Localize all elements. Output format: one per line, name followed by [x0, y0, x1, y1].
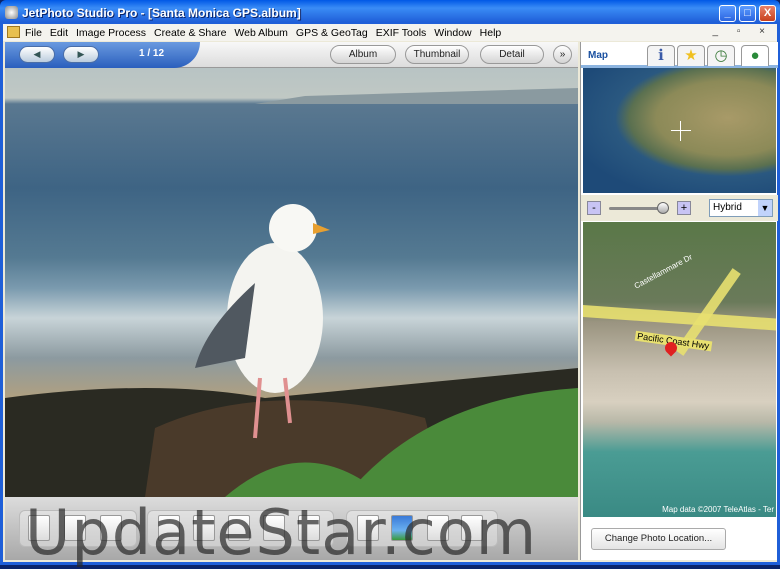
menu-window[interactable]: Window — [434, 27, 471, 39]
more-button[interactable]: » — [553, 45, 572, 64]
seagull-photo — [5, 88, 578, 497]
menu-bar: File Edit Image Process Create & Share W… — [3, 24, 777, 41]
output-tool-group — [346, 510, 498, 547]
bottom-toolbar — [5, 497, 578, 560]
menu-edit[interactable]: Edit — [50, 27, 68, 39]
map-type-select[interactable]: Hybrid ▼ — [709, 199, 773, 217]
map-tab-label: Map — [588, 50, 608, 61]
street-map[interactable]: Castellammare Dr Pacific Coast Hwy Map d… — [583, 222, 776, 517]
redeye-icon[interactable] — [193, 515, 215, 541]
app-window: JetPhoto Studio Pro - [Santa Monica GPS.… — [0, 0, 780, 569]
client-area: File Edit Image Process Create & Share W… — [3, 24, 778, 569]
overview-map[interactable] — [583, 68, 776, 193]
globe-icon[interactable]: ● — [741, 45, 769, 66]
info-icon[interactable]: ℹ — [647, 45, 675, 66]
phone-icon[interactable] — [461, 515, 483, 541]
change-photo-location-button[interactable]: Change Photo Location... — [591, 528, 726, 550]
crosshair-icon — [671, 130, 691, 131]
grayscale-icon[interactable] — [263, 515, 285, 541]
mdi-controls[interactable]: _ ▫ × — [712, 26, 773, 37]
album-view-button[interactable]: Album — [330, 45, 396, 64]
sepia-icon[interactable] — [298, 515, 320, 541]
wallpaper-icon[interactable] — [391, 515, 413, 541]
map-credit: Map data ©2007 TeleAtlas - Ter — [662, 505, 774, 514]
window-title: JetPhoto Studio Pro - [Santa Monica GPS.… — [22, 6, 301, 20]
map-controls: - + Hybrid ▼ — [581, 195, 778, 221]
menu-help[interactable]: Help — [480, 27, 502, 39]
street-label: Castellammare Dr — [632, 252, 694, 291]
previous-button[interactable]: ◀ — [19, 46, 55, 63]
minimize-button[interactable]: _ — [719, 5, 736, 22]
slideshow-icon[interactable] — [357, 515, 379, 541]
image-tool-group — [147, 510, 334, 547]
menu-create-share[interactable]: Create & Share — [154, 27, 226, 39]
delete-icon[interactable] — [100, 515, 122, 541]
thumbnail-view-button[interactable]: Thumbnail — [405, 45, 469, 64]
chevron-down-icon: ▼ — [758, 200, 772, 216]
map-type-value: Hybrid — [713, 202, 742, 213]
edit-tool-group — [19, 510, 137, 547]
menu-web-album[interactable]: Web Album — [234, 27, 288, 39]
print-icon[interactable] — [427, 515, 449, 541]
road — [583, 304, 776, 332]
zoom-in-button[interactable]: + — [677, 201, 691, 215]
photo-view[interactable] — [5, 68, 578, 497]
photo-counter: 1 / 12 — [139, 48, 165, 59]
document-icon[interactable] — [7, 26, 20, 38]
clock-icon[interactable]: ◷ — [707, 45, 735, 66]
menu-file[interactable]: File — [25, 27, 42, 39]
next-button[interactable]: ▶ — [63, 46, 99, 63]
maximize-button[interactable]: □ — [739, 5, 756, 22]
crosshair-line — [680, 121, 681, 141]
app-icon — [5, 6, 18, 19]
menu-image-process[interactable]: Image Process — [76, 27, 146, 39]
crop-icon[interactable] — [158, 515, 180, 541]
zoom-out-button[interactable]: - — [587, 201, 601, 215]
detail-view-button[interactable]: Detail — [480, 45, 544, 64]
menu-gps-geotag[interactable]: GPS & GeoTag — [296, 27, 368, 39]
close-button[interactable]: X — [759, 5, 776, 22]
menu-exif-tools[interactable]: EXIF Tools — [376, 27, 427, 39]
rotate-icon[interactable] — [228, 515, 250, 541]
map-panel: Map ℹ ★ ◷ ● - + Hybrid ▼ Castellammare Dr… — [580, 42, 778, 560]
navigation-bar: ◀ ▶ 1 / 12 Album Thumbnail Detail » — [5, 42, 578, 68]
star-icon[interactable]: ★ — [677, 45, 705, 66]
side-tabs: Map ℹ ★ ◷ ● — [581, 42, 778, 68]
redo-icon[interactable] — [64, 515, 86, 541]
undo-icon[interactable] — [28, 515, 50, 541]
zoom-slider-handle[interactable] — [657, 202, 669, 214]
